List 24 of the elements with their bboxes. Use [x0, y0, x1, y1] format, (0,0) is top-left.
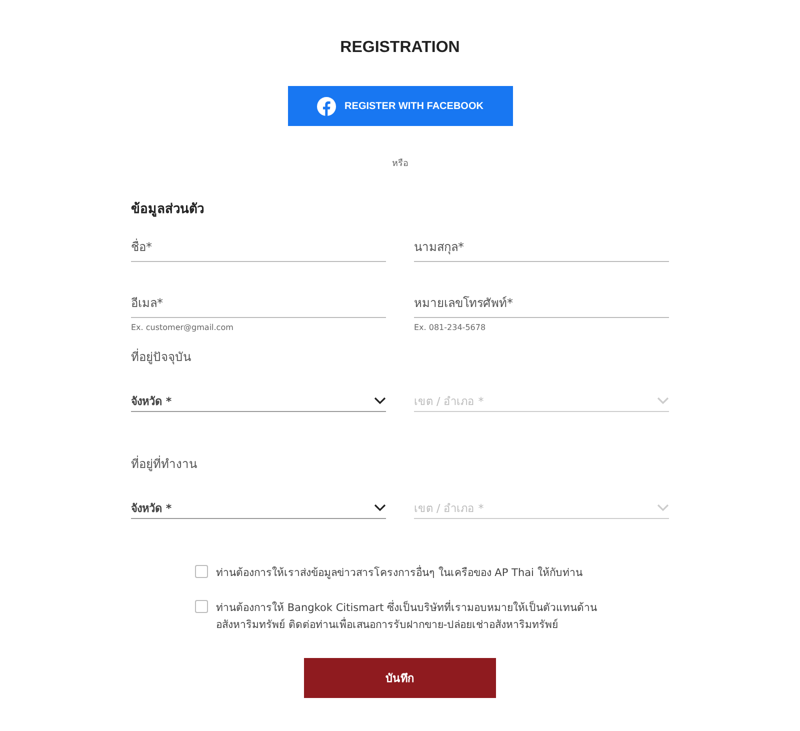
or-divider-text: หรือ [392, 158, 408, 171]
dropdown-field[interactable]: จังหวัด * [131, 391, 386, 412]
chevron-down-icon [374, 504, 386, 512]
save-button[interactable]: บันทึก [304, 658, 496, 698]
chevron-down-icon [657, 397, 669, 405]
chevron-down-icon [374, 397, 386, 405]
checkbox[interactable] [195, 600, 208, 613]
field-hint: Ex. customer@gmail.com [131, 323, 234, 332]
input-field[interactable]: อีเมล* [131, 289, 386, 318]
page-title: REGISTRATION [340, 38, 460, 58]
input-field[interactable]: นามสกุล* [414, 233, 669, 262]
input-field[interactable]: หมายเลขโทรศัพท์* [414, 289, 669, 318]
checkbox[interactable] [195, 565, 208, 578]
facebook-register-button[interactable]: REGISTER WITH FACEBOOK [288, 86, 512, 126]
consent-text: ท่านต้องการให้ Bangkok Citismart ซึ่งเป็นบริษัทที่เรามอบหมายให้เป็นตัวแทนด้าน อสังหาริมทรัพย์ ติดต่อท่านเพื่อเสนอการรับฝากขาย-ปล่อยเช่าอสังหาริมทรัพย์ [216, 600, 598, 633]
facebook-icon [316, 96, 336, 116]
dropdown-field[interactable]: จังหวัด * [131, 498, 386, 519]
input-field[interactable]: ชื่อ* [131, 233, 386, 262]
chevron-down-icon [657, 504, 669, 512]
field-hint: Ex. 081-234-5678 [414, 323, 487, 332]
section-heading: ข้อมูลส่วนตัว [131, 200, 205, 219]
address-heading: ที่อยู่ปัจจุบัน [131, 348, 192, 366]
consent-text: ท่านต้องการให้เราส่งข้อมูลข่าวสารโครงการอื่นๆ ในเครือของ AP Thai ให้กับท่าน [216, 565, 582, 581]
address-heading: ที่อยู่ที่ทำงาน [131, 454, 198, 474]
